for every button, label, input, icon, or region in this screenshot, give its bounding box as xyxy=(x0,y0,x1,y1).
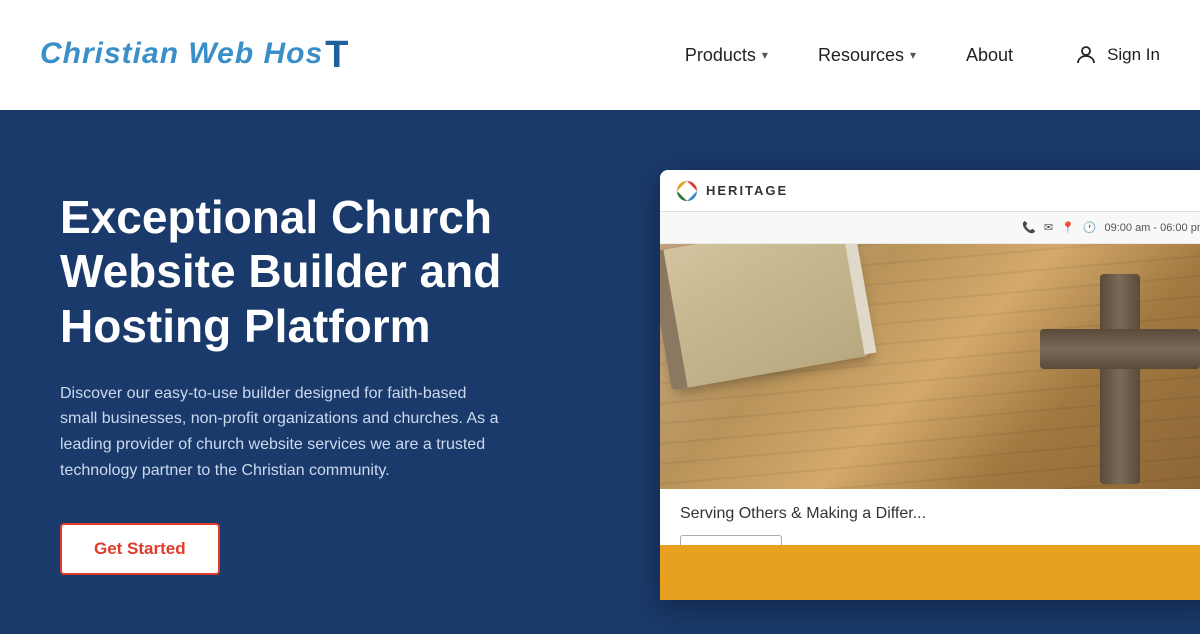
logo-cross: T xyxy=(325,34,349,76)
contact-icons: 📞 ✉ 📍 🕐 09:00 am - 06:00 pm xyxy=(1022,221,1200,234)
phone-icon: 📞 xyxy=(1022,221,1036,234)
hero-description: Discover our easy-to-use builder designe… xyxy=(60,381,500,483)
cross-vertical xyxy=(1100,274,1140,484)
resources-label: Resources xyxy=(818,45,904,66)
heritage-logo-icon xyxy=(676,180,698,202)
nav-resources[interactable]: Resources ▾ xyxy=(818,45,916,66)
logo-text: Christian Web HosT xyxy=(40,36,349,74)
hero-title: Exceptional Church Website Builder and H… xyxy=(60,190,580,353)
cross-horizontal xyxy=(1040,329,1200,369)
main-nav: Products ▾ Resources ▾ About xyxy=(685,45,1013,66)
products-label: Products xyxy=(685,45,756,66)
location-icon: 📍 xyxy=(1061,221,1075,234)
hero-mockup-area: HERITAGE 📞 ✉ 📍 🕐 09:00 am - 06:00 pm xyxy=(640,110,1200,634)
cross-element xyxy=(1040,274,1200,484)
sign-in-button[interactable]: Sign In xyxy=(1073,42,1160,68)
serving-text: Serving Others & Making a Differ... xyxy=(680,505,1200,523)
hero-content: Exceptional Church Website Builder and H… xyxy=(0,110,640,634)
nav-products[interactable]: Products ▾ xyxy=(685,45,768,66)
products-chevron-icon: ▾ xyxy=(762,48,768,62)
mockup-sub-bar: 📞 ✉ 📍 🕐 09:00 am - 06:00 pm xyxy=(660,212,1200,244)
logo[interactable]: Christian Web HosT xyxy=(40,36,349,74)
time-display: 09:00 am - 06:00 pm xyxy=(1104,222,1200,234)
heritage-name: HERITAGE xyxy=(706,183,788,198)
orange-bar xyxy=(660,545,1200,600)
resources-chevron-icon: ▾ xyxy=(910,48,916,62)
mockup-top-bar: HERITAGE xyxy=(660,170,1200,212)
nav-about[interactable]: About xyxy=(966,45,1013,66)
get-started-button[interactable]: Get Started xyxy=(60,523,220,575)
heritage-brand: HERITAGE xyxy=(676,180,788,202)
site-header: Christian Web HosT Products ▾ Resources … xyxy=(0,0,1200,110)
clock-icon: 🕐 xyxy=(1083,221,1097,234)
browser-mockup: HERITAGE 📞 ✉ 📍 🕐 09:00 am - 06:00 pm xyxy=(660,170,1200,600)
user-icon xyxy=(1073,42,1099,68)
email-icon: ✉ xyxy=(1044,221,1053,234)
hero-section: Exceptional Church Website Builder and H… xyxy=(0,110,1200,634)
about-label: About xyxy=(966,45,1013,66)
sign-in-label: Sign In xyxy=(1107,45,1160,65)
mockup-image-area xyxy=(660,244,1200,489)
